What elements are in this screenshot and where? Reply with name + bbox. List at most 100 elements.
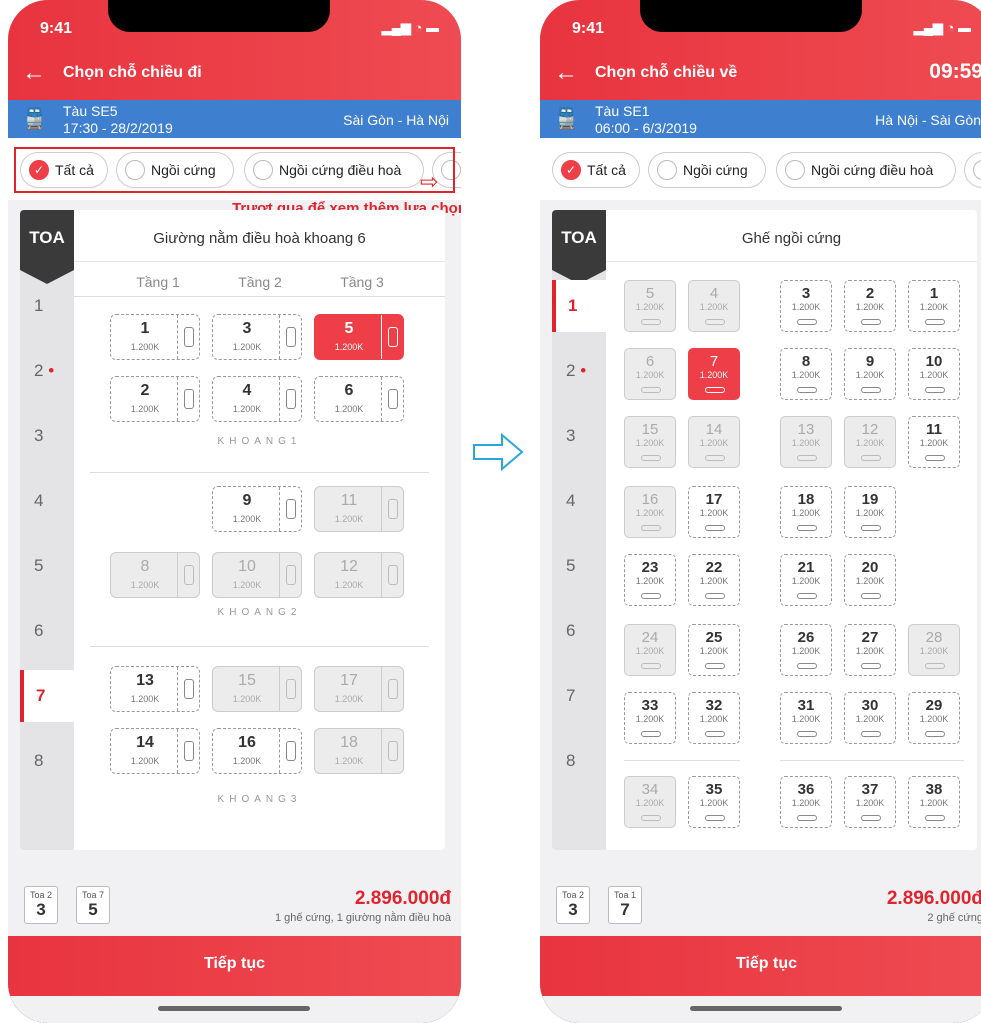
berth[interactable]: 4 1.200K (212, 376, 302, 422)
car-chip[interactable]: Toa 75 (76, 886, 110, 924)
seat[interactable]: 30 1.200K (844, 692, 896, 744)
seat[interactable]: 11 1.200K (908, 416, 960, 468)
car-tab[interactable]: 6 (552, 605, 606, 657)
seat-back-icon (641, 593, 661, 599)
filter-hard-seat[interactable]: Ngồi cứng (648, 152, 766, 188)
seat-back-icon (861, 525, 881, 531)
compartment-label: KHOANG1 (217, 436, 302, 447)
seat[interactable]: 36 1.200K (780, 776, 832, 828)
car-chip[interactable]: Toa 23 (556, 886, 590, 924)
pillow-icon (381, 487, 403, 531)
header-bar: 9:41 ▂▄▆ ◔ ▬ ← Chọn chỗ chiều về 09:59 (540, 0, 981, 100)
continue-button[interactable]: Tiếp tục (8, 936, 461, 996)
seat[interactable]: 3 1.200K (780, 280, 832, 332)
car-tab[interactable]: 3 (20, 410, 74, 462)
seat-price: 1.200K (635, 438, 665, 448)
seat[interactable]: 27 1.200K (844, 624, 896, 676)
seat[interactable]: 37 1.200K (844, 776, 896, 828)
seat-number: 8 (801, 353, 811, 370)
seat-back-icon (705, 319, 725, 325)
car-chip[interactable]: Toa 17 (608, 886, 642, 924)
berth[interactable]: 2 1.200K (110, 376, 200, 422)
seat-back-icon (797, 455, 817, 461)
filter-hard-seat-ac[interactable]: Ngồi cứng điều hoà (776, 152, 956, 188)
chip-value: 3 (36, 900, 46, 919)
car-tab[interactable]: 2 • (20, 345, 74, 397)
car-tab[interactable]: 6 (20, 605, 74, 657)
seat[interactable]: 25 1.200K (688, 624, 740, 676)
seat[interactable]: 2 1.200K (844, 280, 896, 332)
berth-price: 1.200K (232, 756, 262, 766)
seat[interactable]: 31 1.200K (780, 692, 832, 744)
seat[interactable]: 17 1.200K (688, 486, 740, 538)
seat[interactable]: 38 1.200K (908, 776, 960, 828)
car-tab[interactable]: 7 (552, 670, 606, 722)
seat-number: 2 (865, 285, 875, 302)
seat[interactable]: 18 1.200K (780, 486, 832, 538)
car-tab[interactable]: 8 (20, 735, 74, 787)
seat[interactable]: 7 1.200K (688, 348, 740, 400)
train-name: Tàu SE5 (63, 103, 118, 119)
filter-more[interactable] (964, 152, 981, 188)
check-icon: ✓ (561, 160, 581, 180)
car-tab[interactable]: 1 (20, 280, 74, 332)
seat[interactable]: 23 1.200K (624, 554, 676, 606)
car-tab[interactable]: 3 (552, 410, 606, 462)
seat[interactable]: 21 1.200K (780, 554, 832, 606)
return-phone: 9:41 ▂▄▆ ◔ ▬ ← Chọn chỗ chiều về 09:59 🚆… (540, 0, 981, 1023)
seat[interactable]: 35 1.200K (688, 776, 740, 828)
page-title: Chọn chỗ chiều về (595, 64, 738, 81)
chip-label: Toa 2 (29, 890, 53, 900)
car-tab[interactable]: 4 (20, 475, 74, 527)
seat[interactable]: 1 1.200K (908, 280, 960, 332)
seat[interactable]: 26 1.200K (780, 624, 832, 676)
seat-price: 1.200K (699, 370, 729, 380)
berth[interactable]: 16 1.200K (212, 728, 302, 774)
berth[interactable]: 14 1.200K (110, 728, 200, 774)
seat[interactable]: 9 1.200K (844, 348, 896, 400)
seat-back-icon (641, 525, 661, 531)
berth[interactable]: 3 1.200K (212, 314, 302, 360)
berth[interactable]: 6 1.200K (314, 376, 404, 422)
car-tab[interactable]: 7 (20, 670, 74, 722)
seat[interactable]: 10 1.200K (908, 348, 960, 400)
continue-button[interactable]: Tiếp tục (540, 936, 981, 996)
seat-number: 18 (797, 491, 815, 508)
car-tab[interactable]: 8 (552, 735, 606, 787)
filter-all[interactable]: ✓ Tất cả (552, 152, 640, 188)
seat: 28 1.200K (908, 624, 960, 676)
status-time: 9:41 (572, 20, 605, 37)
back-arrow-icon[interactable]: ← (22, 60, 46, 86)
pillow-icon (279, 315, 301, 359)
seat[interactable]: 22 1.200K (688, 554, 740, 606)
notch (640, 0, 862, 32)
seat[interactable]: 32 1.200K (688, 692, 740, 744)
home-indicator (158, 1006, 310, 1011)
car-tab[interactable]: 5 (20, 540, 74, 592)
back-arrow-icon[interactable]: ← (554, 60, 578, 86)
divider (780, 760, 964, 761)
seat[interactable]: 8 1.200K (780, 348, 832, 400)
berth[interactable]: 1 1.200K (110, 314, 200, 360)
berth: 12 1.200K (314, 552, 404, 598)
seat-back-icon (797, 387, 817, 393)
car-tab[interactable]: 1 (552, 280, 606, 332)
car-tab[interactable]: 5 (552, 540, 606, 592)
car-tab[interactable]: 4 (552, 475, 606, 527)
seat[interactable]: 20 1.200K (844, 554, 896, 606)
seat[interactable]: 29 1.200K (908, 692, 960, 744)
berth[interactable]: 13 1.200K (110, 666, 200, 712)
car-tab[interactable]: 2 • (552, 345, 606, 397)
car-chip[interactable]: Toa 23 (24, 886, 58, 924)
seat-price: 1.200K (855, 576, 885, 586)
chip-value: 3 (568, 900, 578, 919)
divider (90, 472, 429, 473)
selection-summary: 1 ghế cứng, 1 giường nằm điều hoà (274, 912, 451, 924)
seat[interactable]: 19 1.200K (844, 486, 896, 538)
seat-price: 1.200K (855, 370, 885, 380)
berth[interactable]: 5 1.200K (314, 314, 404, 360)
berth[interactable]: 9 1.200K (212, 486, 302, 532)
train-name: Tàu SE1 (595, 103, 650, 119)
seat[interactable]: 33 1.200K (624, 692, 676, 744)
coach-title: Ghế ngồi cứng (606, 210, 977, 262)
